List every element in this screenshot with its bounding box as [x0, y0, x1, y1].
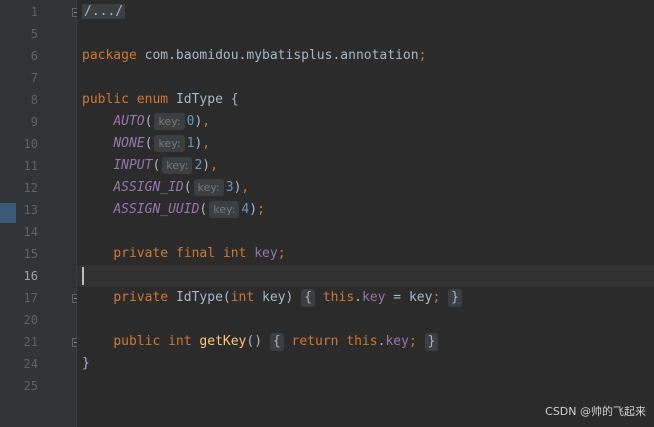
- keyword: int: [168, 334, 192, 349]
- code-line: NONE(key: 1),: [113, 135, 211, 152]
- keyword: int: [230, 290, 255, 305]
- constant-value: 4: [241, 202, 250, 217]
- field-name: key: [254, 246, 278, 261]
- line-number-current: 16: [23, 269, 38, 283]
- constant-value: 3: [225, 180, 234, 195]
- code-line: package com.baomidou.mybatisplus.annotat…: [82, 48, 427, 63]
- parameter-hint: key:: [162, 157, 193, 174]
- code-line: private IdType(int key) { this.key = key…: [77, 287, 654, 309]
- field-name: key: [385, 334, 409, 349]
- folded-brace[interactable]: {: [269, 333, 284, 351]
- code-line: }: [82, 356, 90, 371]
- bookmark-marker: [0, 203, 16, 223]
- parameter-hint: key:: [154, 135, 185, 152]
- code-editor[interactable]: /.../ package com.baomidou.mybatisplus.a…: [77, 0, 654, 427]
- line-number: 9: [30, 115, 38, 129]
- keyword: public: [82, 92, 129, 107]
- parameter-name: key: [408, 290, 433, 305]
- line-number: 10: [23, 137, 38, 151]
- constant-value: 1: [186, 136, 195, 151]
- enum-name: IdType: [175, 92, 223, 107]
- code-line: ASSIGN_UUID(key: 4);: [113, 201, 265, 218]
- current-line[interactable]: [77, 265, 654, 287]
- code-line: public int getKey() { return this.key; }: [77, 331, 654, 353]
- watermark: CSDN @帅的飞起来: [545, 405, 646, 418]
- line-number: 14: [23, 225, 38, 239]
- keyword: return: [291, 334, 339, 349]
- enum-constant: ASSIGN_UUID: [113, 202, 200, 217]
- field-name: key: [361, 290, 386, 305]
- parameter-hint: key:: [209, 201, 240, 218]
- code-line: ASSIGN_ID(key: 3),: [113, 179, 250, 196]
- keyword: private: [113, 246, 169, 261]
- keyword: this: [322, 290, 355, 305]
- folded-comment[interactable]: /.../: [82, 4, 126, 19]
- code-line: AUTO(key: 0),: [113, 113, 211, 130]
- line-number: 15: [23, 247, 38, 261]
- line-number: 12: [23, 181, 38, 195]
- constructor-name: IdType: [175, 290, 223, 305]
- keyword: package: [82, 48, 137, 63]
- line-number: 6: [30, 49, 38, 63]
- line-number: 5: [30, 27, 38, 41]
- enum-constant: AUTO: [113, 114, 145, 129]
- enum-constant: NONE: [113, 136, 145, 151]
- line-number: 8: [30, 93, 38, 107]
- keyword: this: [346, 334, 378, 349]
- package-name: com.baomidou.mybatisplus.annotation: [144, 48, 419, 63]
- folded-brace[interactable]: }: [424, 333, 439, 351]
- folded-brace[interactable]: {: [301, 289, 316, 307]
- text-caret: [82, 267, 84, 285]
- line-number: 20: [23, 313, 38, 327]
- code-line: private final int key;: [113, 246, 286, 261]
- line-number: 7: [30, 71, 38, 85]
- keyword: private: [113, 290, 169, 305]
- keyword: final: [175, 246, 216, 261]
- method-name: getKey: [199, 334, 247, 349]
- line-number: 13: [23, 203, 38, 217]
- constant-value: 2: [194, 158, 203, 173]
- line-number: 21: [23, 335, 38, 349]
- keyword: int: [222, 246, 247, 261]
- line-number: 17: [23, 291, 38, 305]
- code-line: public enum IdType {: [82, 92, 239, 107]
- line-number: 24: [23, 357, 38, 371]
- enum-constant: INPUT: [113, 158, 153, 173]
- folded-brace[interactable]: }: [448, 289, 462, 307]
- keyword: public: [113, 334, 161, 349]
- constant-value: 0: [186, 114, 195, 129]
- keyword: enum: [136, 92, 169, 107]
- enum-constant: ASSIGN_ID: [113, 180, 184, 195]
- line-number: 1: [30, 5, 38, 19]
- parameter-name: key: [262, 290, 286, 305]
- parameter-hint: key:: [193, 179, 224, 196]
- code-line: INPUT(key: 2),: [113, 157, 218, 174]
- left-tool-strip: [0, 0, 16, 427]
- code-line: /.../: [77, 1, 654, 23]
- line-number: 11: [23, 159, 38, 173]
- parameter-hint: key:: [154, 113, 185, 130]
- line-number: 25: [23, 379, 38, 393]
